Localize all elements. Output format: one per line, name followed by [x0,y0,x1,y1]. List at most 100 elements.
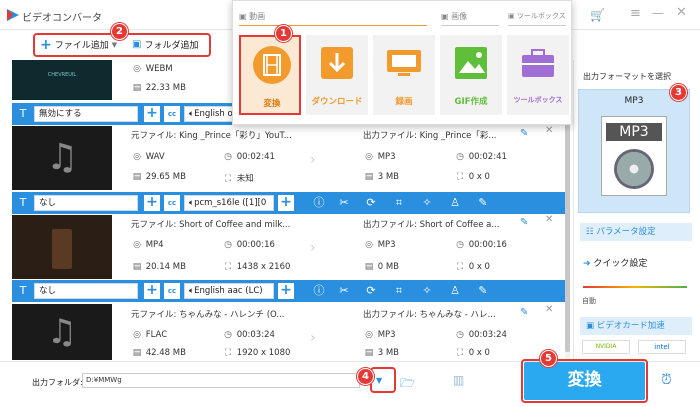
remove-row-icon[interactable]: ✕ [545,125,553,136]
quality-slider[interactable] [583,286,687,288]
src-duration: ◷ 00:02:41 [222,152,275,162]
options-bar-2: T なし + cc 🔈︎pcm_s16le ([1][0 + ⓘ ✂ ⟳ ⌗ ✧… [12,192,570,214]
cut-icon[interactable]: ✂ [337,284,351,298]
add-folder-label: フォルダ追加 [144,41,199,51]
add-subtitle-button[interactable]: + [144,195,160,211]
tile-convert[interactable]: 変換 [239,35,301,115]
plus-icon: + [40,36,52,53]
add-subtitle-button[interactable]: + [144,106,160,122]
subtitle-select[interactable]: なし [34,195,138,211]
src-resolution: ⛶ 1438 x 2160 [222,262,291,272]
convert-button[interactable]: 変換 [524,362,645,400]
info-icon[interactable]: ⓘ [312,284,326,298]
edit-pencil-icon[interactable]: ✎ [520,307,528,318]
tile-download[interactable]: ダウンロード [306,35,368,115]
cc-icon[interactable]: cc [164,283,180,299]
output-folder-input[interactable]: D:¥MMWg [82,373,360,388]
out-filename: 出力ファイル: Short of Coffee a... [363,220,500,230]
auto-label: 自動 [582,297,596,305]
sliders-icon: ☷ [586,227,594,237]
edit-icon[interactable]: ✎ [476,284,490,298]
step-badge-4: 4 [357,368,374,385]
add-folder-button[interactable]: ▣ フォルダ追加 [132,38,198,51]
step-badge-1: 1 [275,25,292,42]
arrow-right-icon: › [310,240,316,256]
src-size: ▤ 20.14 MB [132,262,186,272]
effect-icon[interactable]: ✧ [420,196,434,210]
folder-icon: ▣ [132,39,142,50]
tile-toolbox[interactable]: ツールボックス [507,35,569,115]
remove-row-icon[interactable]: ✕ [545,304,553,315]
section-toolbox-label: ▣ ツールボックス [508,12,566,20]
out-size: ▤ 3 MB [364,348,399,358]
src-duration: ◷ 00:00:16 [222,240,275,250]
add-audio-button[interactable]: + [278,283,294,299]
rotate-icon[interactable]: ⟳ [364,284,378,298]
watermark-icon[interactable]: ♙ [448,284,462,298]
cc-icon[interactable]: cc [164,195,180,211]
crop-icon[interactable]: ⌗ [392,196,406,210]
clock-icon: ◷ [456,240,464,250]
effect-icon[interactable]: ✧ [420,284,434,298]
src-size: ▤ 29.65 MB [132,172,186,182]
add-file-button[interactable]: + ファイル追加 ▼ [40,36,117,53]
thumb-text: CHEVREUIL [47,72,77,78]
add-audio-button[interactable]: + [278,195,294,211]
src-filename: 元ファイル: Short of Coffee and milk... [131,220,291,230]
subtitle-select[interactable]: 無効にする [34,106,138,122]
minimize-icon[interactable]: — [652,6,664,20]
cut-icon[interactable]: ✂ [337,196,351,210]
nvidia-badge: NVIDIA [582,340,630,354]
merge-icon[interactable]: ▥ [453,373,464,387]
src-format: ◎ FLAC [131,330,167,340]
mp3-badge: MP3 [606,123,662,141]
add-subtitle-button[interactable]: + [144,283,160,299]
tile-label: GIF作成 [454,97,488,107]
resolution-icon: ⛶ [456,172,464,182]
step-badge-3: 3 [670,84,687,101]
resolution-icon: ⛶ [456,262,464,272]
remove-row-icon[interactable]: ✕ [545,214,553,225]
open-folder-icon[interactable]: 🗁︎ [400,374,415,395]
audio-select[interactable]: 🔈︎English aac (LC) [184,283,274,299]
src-filename: 元ファイル: ちゃんみな - ハレンチ (O... [131,310,285,320]
src-duration: ◷ 00:03:24 [222,330,275,340]
rotate-icon[interactable]: ⟳ [364,196,378,210]
audio-select[interactable]: 🔈︎pcm_s16le ([1][0 [184,195,274,211]
edit-pencil-icon[interactable]: ✎ [520,217,528,228]
out-format: ◎ MP3 [363,240,396,250]
src-format: ◎ MP4 [131,240,164,250]
tile-record[interactable]: 録画 [373,35,435,115]
out-format: ◎ MP3 [363,330,396,340]
section-divider [508,25,566,26]
clock-icon: ◷ [456,152,464,162]
section-video-label: ▣ 動画 [239,12,266,21]
parameter-settings-button[interactable]: ☷ パラメータ設定 [580,223,692,241]
gpu-accel-toggle[interactable]: ▣ ビデオカード加速 [580,317,692,335]
arrow-right-icon: › [310,330,316,346]
watermark-icon[interactable]: ♙ [448,196,462,210]
format-card[interactable]: MP3 MP3 [578,89,690,213]
info-icon[interactable]: ⓘ [312,196,326,210]
cart-icon[interactable]: 🛒 [590,8,605,22]
mp3-file-icon: MP3 [601,116,667,196]
chevron-down-icon[interactable]: ▼ [376,376,382,385]
music-thumbnail: ♫ [12,304,112,360]
video-thumbnail [12,215,112,279]
tile-gif[interactable]: GIF作成 [440,35,502,115]
close-window-icon[interactable]: ✕ [676,5,687,20]
chevron-down-icon[interactable]: ▼ [112,41,117,49]
size-icon: ▤ [364,348,374,358]
resolution-icon: ⛶ [456,348,464,358]
section-image-label: ▣ 画像 [441,12,468,21]
out-filename: 出力ファイル: King _Prince「彩... [363,131,497,141]
subtitle-select[interactable]: なし [34,283,138,299]
menu-icon[interactable]: ≡ [630,6,641,21]
section-divider [239,25,427,26]
cc-icon[interactable]: cc [164,106,180,122]
edit-pencil-icon[interactable]: ✎ [520,128,528,139]
alarm-clock-icon[interactable]: ⏰︎ [661,372,672,388]
crop-icon[interactable]: ⌗ [392,284,406,298]
film-icon [253,46,291,84]
edit-icon[interactable]: ✎ [476,196,490,210]
